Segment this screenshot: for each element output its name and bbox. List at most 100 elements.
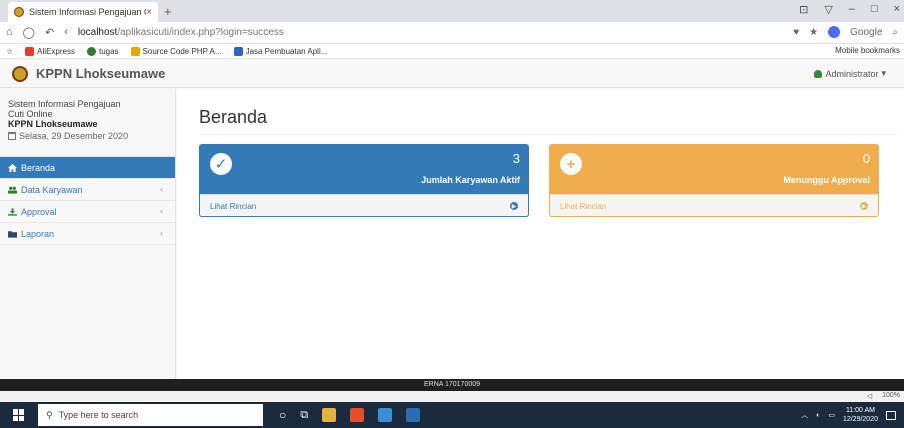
volume-icon[interactable]: ◁ <box>867 392 872 400</box>
folder-icon <box>8 230 17 238</box>
lihat-rincian-link[interactable]: Lihat Rincian ▶ <box>200 194 528 216</box>
sidebar-item-laporan[interactable]: Laporan ‹ <box>0 223 175 245</box>
arrow-circle-right-icon: ▶ <box>860 202 868 210</box>
browser-status-bar: ◁ 100% <box>0 391 904 402</box>
panel-link-label: Lihat Rincian <box>560 202 607 211</box>
user-menu[interactable]: Administrator ▾ <box>814 68 886 79</box>
screen: Sistem Informasi Pengajuan C × + ⊡ ▽ – □… <box>0 0 904 428</box>
taskbar-search-placeholder: Type here to search <box>58 410 139 420</box>
sidebar-menu: Beranda Data Karyawan ‹ Approval ‹ Lapor… <box>0 157 175 245</box>
bookmark-label: Source Code PHP A... <box>142 46 222 56</box>
xampp-icon[interactable] <box>350 408 365 422</box>
panel-count: 3 <box>512 151 520 166</box>
new-tab-button[interactable]: + <box>164 4 172 19</box>
url-field[interactable]: localhost/aplikasicuti/index.php?login=s… <box>78 27 284 38</box>
panel-label: Menunggu Approval <box>783 175 870 185</box>
bookmark-aliexpress[interactable]: AliExpress <box>25 46 75 56</box>
sidebar-item-label: Approval <box>21 206 57 217</box>
maximize-button[interactable]: □ <box>871 3 878 16</box>
window-menu-icon[interactable]: ▽ <box>824 3 832 16</box>
sidebar-header: Sistem Informasi Pengajuan Cuti Online K… <box>0 89 175 157</box>
bookmark-label: Jasa Pembuatan Apli... <box>245 46 328 56</box>
home-icon[interactable]: ⌂ <box>6 26 13 39</box>
sidebar-item-label: Laporan <box>21 228 55 239</box>
aliexpress-icon <box>25 46 35 56</box>
window-reader-icon[interactable]: ⊡ <box>799 3 808 16</box>
sidebar-item-beranda[interactable]: Beranda <box>0 157 175 179</box>
users-icon <box>8 186 17 194</box>
battery-icon[interactable]: ▭ <box>828 411 835 419</box>
bookmark-source-code[interactable]: Source Code PHP A... <box>130 46 222 56</box>
network-icon[interactable]: ◐ <box>816 412 820 419</box>
url-path: /aplikasicuti/index.php?login=success <box>117 27 284 38</box>
file-explorer-icon[interactable] <box>322 408 337 422</box>
sidebar: Sistem Informasi Pengajuan Cuti Online K… <box>0 89 176 379</box>
notification-icon[interactable] <box>886 410 896 420</box>
bookmarks-bar: ☆ AliExpress tugas Source Code PHP A... … <box>0 44 904 59</box>
windows-logo-icon <box>13 409 25 421</box>
sidebar-item-label: Beranda <box>21 162 56 173</box>
app-navbar: KPPN Lhokseumawe Administrator ▾ <box>0 60 904 88</box>
browser-tab-bar: Sistem Informasi Pengajuan C × + ⊡ ▽ – □… <box>0 0 904 22</box>
chevron-left-icon: ‹ <box>160 184 163 194</box>
app-icon[interactable] <box>406 408 421 422</box>
folder-icon <box>86 46 96 56</box>
chevron-left-icon: ‹ <box>160 228 163 238</box>
clock-date: 12/29/2020 <box>842 416 878 423</box>
sidebar-item-data-karyawan[interactable]: Data Karyawan ‹ <box>0 179 175 201</box>
divider <box>199 134 899 135</box>
plus-circle-icon: + <box>560 153 582 175</box>
clock[interactable]: 11:00 AM 12/29/2020 <box>843 406 878 424</box>
bookmark-label: tugas <box>98 46 119 56</box>
tab-close-icon[interactable]: × <box>146 7 152 18</box>
app-brand[interactable]: KPPN Lhokseumawe <box>36 66 165 81</box>
sidebar-date-text: Selasa, 29 Desember 2020 <box>19 131 129 141</box>
bookmarks-star-icon[interactable]: ☆ <box>6 47 13 56</box>
heart-icon[interactable]: ♥ <box>793 27 799 38</box>
close-window-button[interactable]: × <box>894 3 900 16</box>
bookmark-tugas[interactable]: tugas <box>86 46 119 56</box>
panel-link-label: Lihat Rincian <box>210 202 257 211</box>
panel-count: 0 <box>862 151 870 166</box>
star-icon[interactable]: ★ <box>809 27 818 38</box>
app-footer: ERNA 170170009 <box>0 379 904 391</box>
caret-down-icon: ▾ <box>881 68 886 78</box>
source-code-icon <box>130 46 140 56</box>
user-icon <box>814 69 823 78</box>
browser-app-icon[interactable] <box>378 408 393 422</box>
zoom-level[interactable]: 100% <box>882 392 900 400</box>
minimize-button[interactable]: – <box>849 3 855 16</box>
bookmark-label: AliExpress <box>37 46 75 56</box>
panel-heading: + 0 Menunggu Approval <box>550 145 878 194</box>
panel-heading: ✓ 3 Jumlah Karyawan Aktif <box>200 145 528 194</box>
search-icon[interactable]: ⌕ <box>892 27 898 38</box>
search-engine-icon[interactable] <box>828 26 841 38</box>
mobile-bookmarks[interactable]: Mobile bookmarks <box>835 46 900 55</box>
refresh-icon[interactable]: ◯ <box>23 26 35 39</box>
user-name: Administrator <box>825 68 879 79</box>
address-bar-actions: ♥ ★ Google ⌕ <box>793 26 898 38</box>
search-engine-label[interactable]: Google <box>850 27 882 38</box>
home-icon <box>8 163 17 172</box>
taskbar: ⚲ Type here to search ○ ⧉ ︿ ◐ ▭ 11:00 AM… <box>0 402 904 428</box>
system-tray: ︿ ◐ ▭ 11:00 AM 12/29/2020 <box>801 406 896 424</box>
taskbar-search[interactable]: ⚲ Type here to search <box>38 404 263 426</box>
nav-buttons: ⌂ ◯ ↶ ‹ <box>6 26 68 39</box>
lihat-rincian-link[interactable]: Lihat Rincian ▶ <box>550 194 878 216</box>
browser-tab[interactable]: Sistem Informasi Pengajuan C × <box>8 2 158 22</box>
sidebar-date: Selasa, 29 Desember 2020 <box>8 131 167 141</box>
sidebar-item-label: Data Karyawan <box>21 184 83 195</box>
back-icon[interactable]: ‹ <box>64 26 68 39</box>
start-button[interactable] <box>0 402 38 428</box>
address-bar: ⌂ ◯ ↶ ‹ localhost/aplikasicuti/index.php… <box>0 22 904 44</box>
kppn-logo-icon[interactable] <box>12 65 28 82</box>
clock-time: 11:00 AM <box>845 407 875 414</box>
search-icon: ⚲ <box>46 409 53 420</box>
cortana-icon[interactable]: ○ <box>279 408 286 422</box>
tab-title: Sistem Informasi Pengajuan C <box>29 7 147 17</box>
undo-icon[interactable]: ↶ <box>45 26 54 39</box>
task-view-icon[interactable]: ⧉ <box>300 409 308 422</box>
bookmark-jasa-pembuatan[interactable]: Jasa Pembuatan Apli... <box>233 46 328 56</box>
sidebar-item-approval[interactable]: Approval ‹ <box>0 201 175 223</box>
tray-chevron-icon[interactable]: ︿ <box>801 410 808 420</box>
